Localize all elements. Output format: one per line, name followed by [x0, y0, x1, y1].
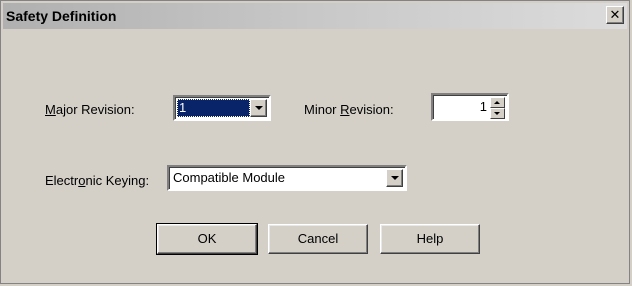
spin-down-icon [494, 112, 500, 115]
minor-revision-label: Minor Revision: [304, 102, 394, 117]
close-button[interactable]: ✕ [606, 6, 624, 24]
spin-up-icon [494, 101, 500, 104]
major-revision-mnemonic: M [45, 102, 56, 117]
chevron-down-icon [255, 106, 263, 110]
help-button[interactable]: Help [380, 224, 480, 254]
electronic-keying-value: Compatible Module [173, 170, 286, 185]
major-revision-select[interactable]: 1 [173, 95, 271, 121]
close-icon: ✕ [609, 7, 621, 22]
safety-definition-dialog: Safety Definition ✕ Major Revision: 1 Mi… [0, 0, 630, 284]
minor-revision-spinner[interactable]: 1 [431, 93, 509, 121]
chevron-down-icon [391, 176, 399, 180]
ok-button[interactable]: OK [156, 223, 258, 255]
minor-revision-spin-buttons [490, 97, 505, 119]
electronic-keying-select[interactable]: Compatible Module [167, 165, 407, 191]
electronic-keying-dropdown-button[interactable] [386, 169, 403, 187]
major-revision-dropdown-button[interactable] [250, 99, 267, 117]
major-revision-label: Major Revision: [45, 102, 135, 117]
major-revision-value: 1 [177, 99, 250, 117]
spin-up-button[interactable] [490, 97, 505, 108]
title-bar[interactable]: Safety Definition ✕ [3, 3, 627, 29]
minor-revision-mnemonic: R [340, 102, 350, 117]
minor-revision-value[interactable]: 1 [435, 97, 487, 117]
dialog-title: Safety Definition [6, 8, 117, 24]
spin-down-button[interactable] [490, 108, 505, 119]
cancel-button[interactable]: Cancel [268, 224, 368, 254]
electronic-keying-label: Electronic Keying: [45, 173, 150, 188]
